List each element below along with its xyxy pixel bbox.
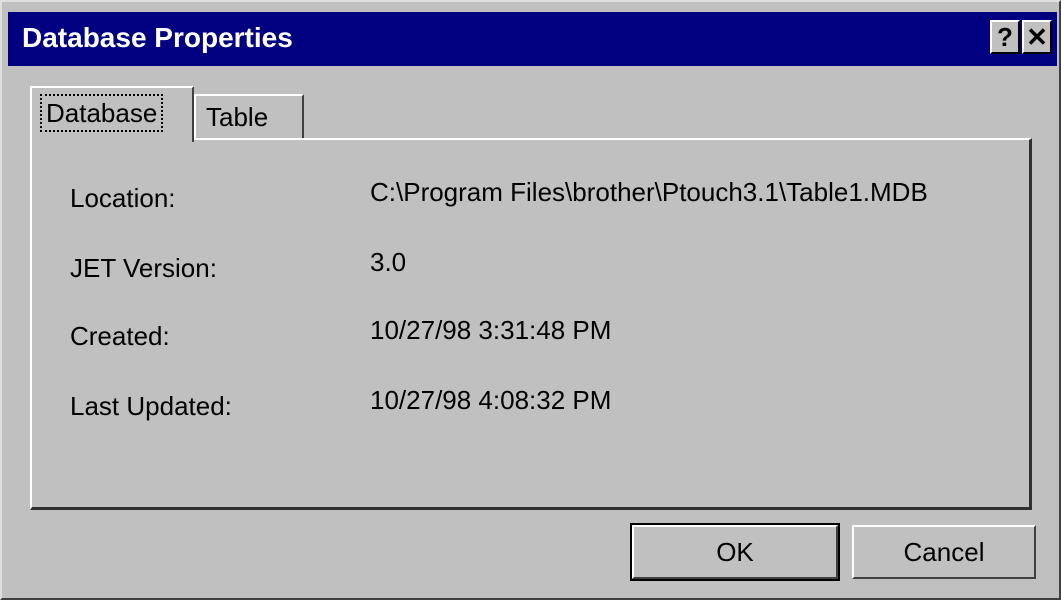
location-label: Location:: [70, 183, 176, 213]
tab-table[interactable]: Table: [194, 94, 304, 140]
cancel-button-label: Cancel: [903, 536, 985, 567]
location-value: C:\Program Files\brother\Ptouch3.1\Table…: [370, 177, 928, 207]
tab-table-label: Table: [206, 102, 269, 132]
jet-version-value: 3.0: [370, 247, 407, 277]
last-updated-label: Last Updated:: [70, 391, 232, 421]
title-bar[interactable]: Database Properties ? ✕: [8, 12, 1057, 66]
tab-database-label: Database: [40, 94, 164, 132]
created-value: 10/27/98 3:31:48 PM: [370, 315, 612, 345]
help-icon: ?: [997, 22, 1013, 52]
active-tab-join: [32, 136, 192, 142]
database-properties-dialog: Database Properties ? ✕ Database Table L…: [0, 0, 1061, 600]
jet-version-label: JET Version:: [70, 253, 217, 283]
tab-database[interactable]: Database: [30, 86, 194, 142]
last-updated-value: 10/27/98 4:08:32 PM: [370, 385, 612, 415]
help-button[interactable]: ?: [990, 20, 1020, 54]
ok-button-label: OK: [716, 536, 754, 567]
cancel-button[interactable]: Cancel: [852, 525, 1036, 579]
close-icon: ✕: [1026, 22, 1048, 52]
database-tab-panel: Location: C:\Program Files\brother\Ptouc…: [30, 138, 1032, 510]
ok-button[interactable]: OK: [630, 523, 840, 581]
window-title: Database Properties: [22, 22, 293, 53]
close-button[interactable]: ✕: [1022, 20, 1052, 54]
created-label: Created:: [70, 321, 170, 351]
